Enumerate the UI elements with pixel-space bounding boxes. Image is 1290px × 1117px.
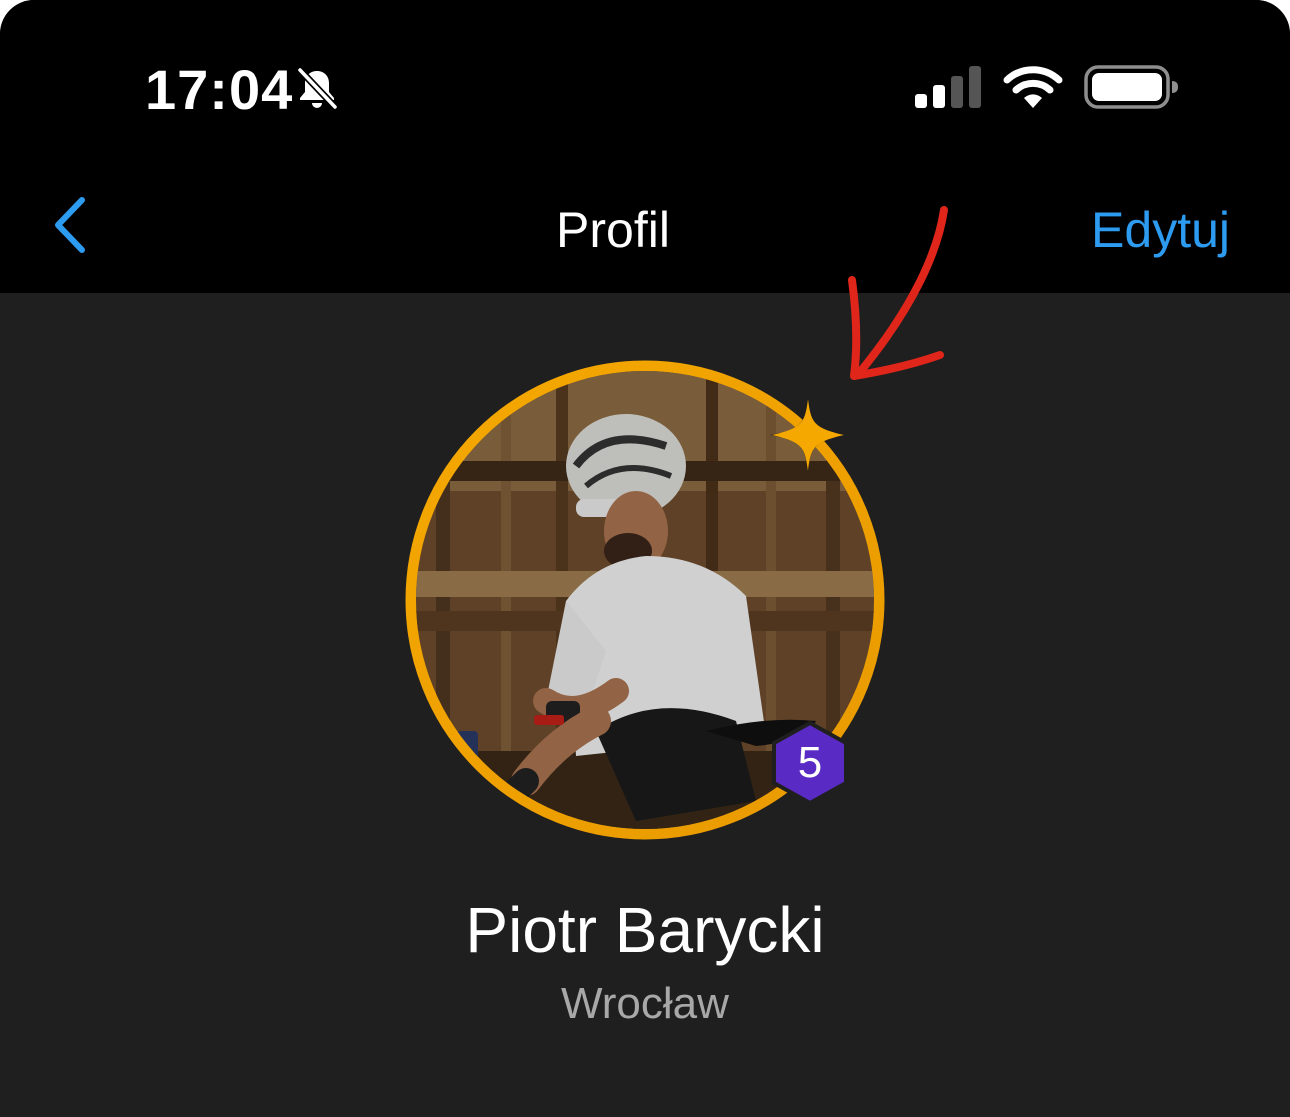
page-title: Profil bbox=[556, 202, 670, 258]
profile-name: Piotr Barycki bbox=[465, 894, 825, 966]
profile-city: Wrocław bbox=[561, 979, 729, 1028]
sparkle-icon bbox=[770, 397, 846, 473]
edit-button[interactable]: Edytuj bbox=[1091, 200, 1230, 260]
battery-icon bbox=[1084, 65, 1178, 109]
wifi-icon bbox=[1003, 66, 1063, 108]
navigation-bar: Profil Edytuj bbox=[0, 160, 1290, 293]
cellular-signal-icon bbox=[915, 66, 981, 108]
status-bar: 17:04 bbox=[0, 0, 1290, 160]
status-time: 17:04 bbox=[145, 58, 294, 121]
level-badge: 5 bbox=[768, 720, 852, 806]
profile-avatar[interactable]: 5 bbox=[400, 355, 890, 845]
bell-slash-icon bbox=[296, 66, 339, 111]
level-number: 5 bbox=[797, 738, 823, 787]
phone-screen: 17:04 Profil Edytuj 5 Piotr Barycki Wroc… bbox=[0, 0, 1290, 1117]
